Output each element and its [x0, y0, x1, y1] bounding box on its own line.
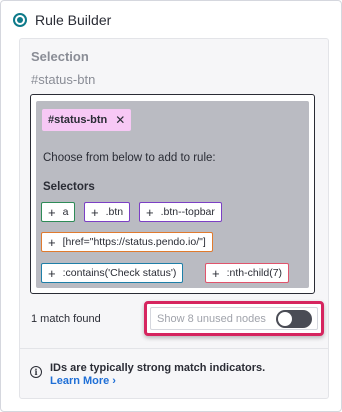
selector-button-a[interactable]: + a	[41, 202, 76, 222]
info-text: IDs are typically strong match indicator…	[50, 362, 266, 374]
info-icon: i	[30, 366, 42, 378]
selectors-heading: Selectors	[43, 181, 95, 193]
unused-nodes-label: Show 8 unused nodes	[157, 312, 266, 325]
selector-button-contains[interactable]: + :contains('Check status')	[41, 263, 184, 283]
selector-label: .btn--topbar	[160, 206, 215, 218]
selection-title: Selection	[31, 49, 89, 64]
radio-dot	[17, 17, 23, 23]
rule-builder-frame: #status-btn ✕ Choose from below to add t…	[30, 94, 315, 294]
selector-button-nth-child[interactable]: + :nth-child(7)	[205, 263, 290, 283]
close-icon[interactable]: ✕	[115, 113, 125, 127]
selector-label: :contains('Check status')	[62, 267, 177, 279]
plus-icon: +	[48, 265, 56, 281]
plus-icon: +	[48, 234, 56, 250]
chevron-right-icon: ›	[112, 375, 116, 387]
learn-more-link[interactable]: Learn More ›	[50, 375, 116, 387]
plus-icon: +	[91, 204, 99, 220]
unused-nodes-highlight: Show 8 unused nodes	[144, 301, 324, 336]
selector-label: [href="https://status.pendo.io/"]	[62, 236, 206, 248]
learn-more-label: Learn More	[50, 375, 110, 387]
rule-builder-title: Rule Builder	[35, 12, 112, 28]
unused-nodes-control[interactable]: Show 8 unused nodes	[150, 307, 318, 330]
selector-label: a	[62, 206, 69, 218]
match-count: 1 match found	[31, 313, 101, 325]
radio-button[interactable]	[13, 13, 27, 27]
selector-button-href[interactable]: + [href="https://status.pendo.io/"]	[41, 232, 213, 252]
selector-label: :nth-child(7)	[226, 267, 283, 279]
selector-button-btn-topbar[interactable]: + .btn--topbar	[139, 202, 222, 222]
divider	[20, 348, 328, 349]
rule-builder-header[interactable]: Rule Builder	[13, 9, 111, 31]
active-selector-chip[interactable]: #status-btn ✕	[42, 109, 132, 131]
active-selector-label: #status-btn	[48, 114, 108, 126]
current-selector: #status-btn	[31, 72, 96, 87]
plus-icon: +	[146, 204, 154, 220]
builder-instruction: Choose from below to add to rule:	[43, 152, 216, 164]
toggle-knob	[277, 311, 292, 326]
selector-button-btn[interactable]: + .btn	[84, 202, 131, 222]
rule-builder-panel: Rule Builder Selection #status-btn #stat…	[0, 0, 342, 412]
rule-builder-area: #status-btn ✕ Choose from below to add t…	[36, 101, 309, 288]
unused-nodes-toggle[interactable]	[275, 309, 312, 328]
plus-icon: +	[212, 265, 220, 281]
plus-icon: +	[48, 204, 56, 220]
selector-label: .btn	[105, 206, 124, 218]
selection-card: Selection #status-btn #status-btn ✕ Choo…	[19, 38, 329, 399]
